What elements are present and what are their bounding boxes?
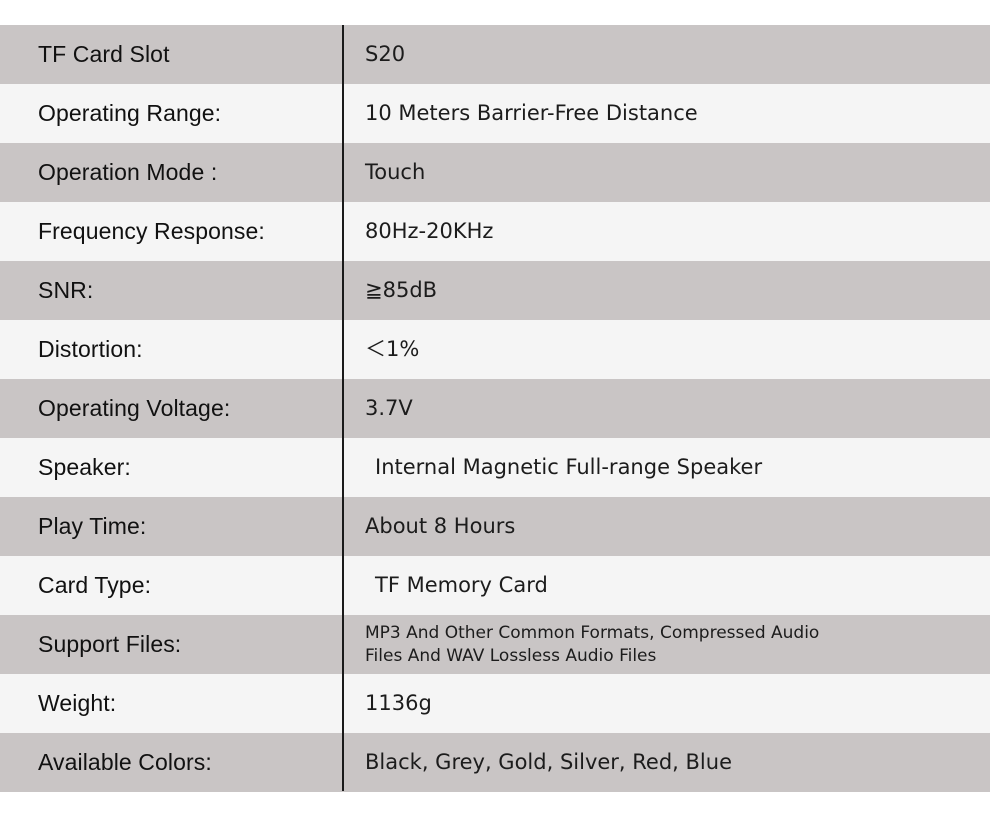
spec-label: Operating Voltage: <box>38 395 231 422</box>
spec-label: Operation Mode : <box>38 159 218 186</box>
spec-value: 10 Meters Barrier-Free Distance <box>365 100 698 125</box>
spec-label: Frequency Response: <box>38 218 265 245</box>
spec-value: About 8 Hours <box>365 513 516 538</box>
table-row: Operating Voltage: 3.7V <box>0 379 990 438</box>
spec-value: ＜1% <box>365 336 420 361</box>
table-row: Support Files: MP3 And Other Common Form… <box>0 615 990 674</box>
spec-value: MP3 And Other Common Formats, Compressed… <box>365 622 820 666</box>
specification-table: TF Card Slot S20 Operating Range: 10 Met… <box>0 0 990 792</box>
table-row: Operation Mode : Touch <box>0 143 990 202</box>
spec-value: ≧85dB <box>365 277 438 302</box>
spec-value: S20 <box>365 41 406 66</box>
spec-label: Speaker: <box>38 454 131 481</box>
spec-value: Touch <box>365 159 426 184</box>
spec-label: Distortion: <box>38 336 143 363</box>
column-divider <box>342 25 344 791</box>
spec-label: SNR: <box>38 277 94 304</box>
table-row: TF Card Slot S20 <box>0 25 990 84</box>
spec-label: Available Colors: <box>38 749 212 776</box>
spec-label: Card Type: <box>38 572 152 599</box>
table-row: Weight: 1136g <box>0 674 990 733</box>
spec-label: Operating Range: <box>38 100 222 127</box>
table-row: SNR: ≧85dB <box>0 261 990 320</box>
table-row: Speaker: Internal Magnetic Full-range Sp… <box>0 438 990 497</box>
spec-value: 80Hz-20KHz <box>365 218 494 243</box>
spec-value: Internal Magnetic Full-range Speaker <box>375 454 763 479</box>
spec-value: 3.7V <box>365 395 413 420</box>
spec-label: TF Card Slot <box>38 41 170 68</box>
spec-label: Weight: <box>38 690 117 717</box>
table-row: Card Type: TF Memory Card <box>0 556 990 615</box>
spec-label: Play Time: <box>38 513 147 540</box>
spec-value: Black, Grey, Gold, Silver, Red, Blue <box>365 749 732 774</box>
table-row: Operating Range: 10 Meters Barrier-Free … <box>0 84 990 143</box>
table-row: Available Colors: Black, Grey, Gold, Sil… <box>0 733 990 792</box>
spec-value: 1136g <box>365 690 432 715</box>
spec-value: TF Memory Card <box>375 572 548 597</box>
spec-label: Support Files: <box>38 631 182 658</box>
table-row: Distortion: ＜1% <box>0 320 990 379</box>
table-row: Play Time: About 8 Hours <box>0 497 990 556</box>
table-row: Frequency Response: 80Hz-20KHz <box>0 202 990 261</box>
